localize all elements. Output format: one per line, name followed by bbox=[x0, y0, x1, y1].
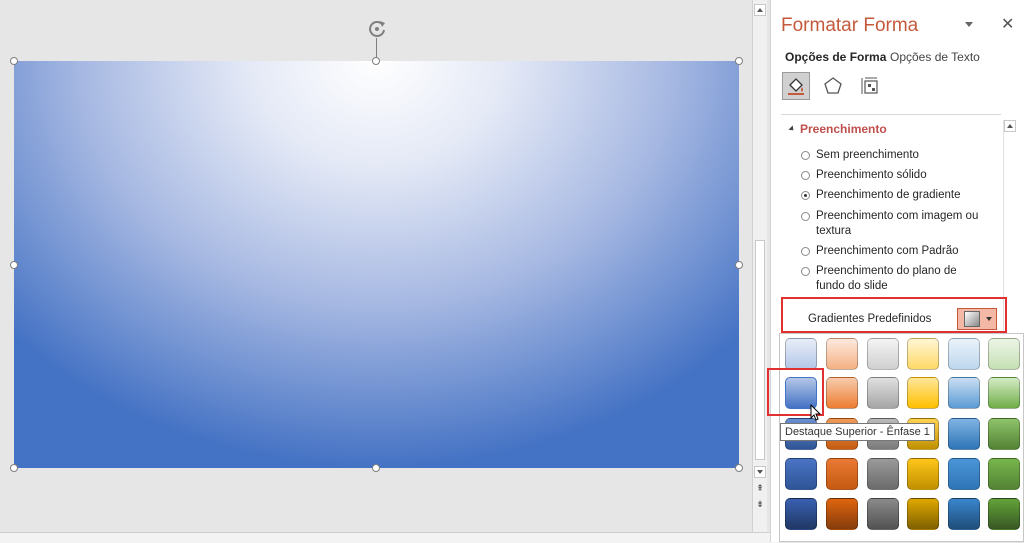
fill-option-label: Preenchimento de gradiente bbox=[816, 189, 961, 201]
radio-icon[interactable] bbox=[801, 247, 810, 256]
gradient-swatch[interactable] bbox=[785, 498, 817, 530]
gradient-swatch[interactable] bbox=[948, 418, 980, 450]
gradient-swatch[interactable] bbox=[988, 338, 1020, 370]
gradient-swatch[interactable] bbox=[988, 498, 1020, 530]
section-fill-label: Preenchimento bbox=[800, 122, 887, 136]
scroll-up-button[interactable] bbox=[754, 4, 766, 16]
radio-icon[interactable] bbox=[801, 151, 810, 160]
radio-icon[interactable] bbox=[801, 212, 810, 221]
fill-option-label: Preenchimento com Padrão bbox=[816, 245, 959, 257]
scroll-up-icon bbox=[757, 8, 763, 12]
gradient-swatch[interactable] bbox=[785, 338, 817, 370]
rotate-handle-connector bbox=[376, 38, 377, 58]
gradient-swatch[interactable] bbox=[988, 458, 1020, 490]
fill-option-label: Preenchimento do plano de fundo do slide bbox=[816, 265, 957, 292]
gradient-swatch[interactable] bbox=[907, 458, 939, 490]
fill-option-slide-background[interactable]: Preenchimento do plano de fundo do slide bbox=[801, 264, 986, 294]
resize-handle-top-left[interactable] bbox=[10, 57, 18, 65]
tab-shape-options[interactable]: Opções de Forma bbox=[785, 50, 886, 64]
radio-icon[interactable] bbox=[801, 171, 810, 180]
resize-handle-top-right[interactable] bbox=[735, 57, 743, 65]
pane-scroll-up-button[interactable] bbox=[1004, 120, 1016, 132]
section-fill-header[interactable]: Preenchimento bbox=[789, 122, 887, 136]
gradient-swatch[interactable] bbox=[907, 377, 939, 409]
resize-handle-bottom-right[interactable] bbox=[735, 464, 743, 472]
gradient-swatch[interactable] bbox=[867, 458, 899, 490]
canvas-vertical-scrollbar[interactable]: ⇞ ⇟ bbox=[752, 0, 767, 532]
status-bar bbox=[0, 532, 780, 543]
resize-handle-top[interactable] bbox=[372, 57, 380, 65]
pane-divider bbox=[781, 114, 1001, 115]
fill-option-gradient[interactable]: Preenchimento de gradiente bbox=[801, 188, 986, 203]
fill-option-solid[interactable]: Preenchimento sólido bbox=[801, 168, 986, 183]
gradient-swatch[interactable] bbox=[826, 458, 858, 490]
pane-options-chevron-icon[interactable] bbox=[965, 22, 973, 27]
fill-option-pattern[interactable]: Preenchimento com Padrão bbox=[801, 244, 986, 259]
gradient-swatch[interactable] bbox=[988, 377, 1020, 409]
gradient-swatch[interactable] bbox=[826, 377, 858, 409]
gradient-swatch[interactable] bbox=[948, 377, 980, 409]
scroll-down-button[interactable] bbox=[754, 466, 766, 478]
resize-handle-bottom-left[interactable] bbox=[10, 464, 18, 472]
pentagon-icon[interactable] bbox=[819, 72, 847, 100]
preset-gradients-dropdown[interactable] bbox=[957, 308, 997, 330]
tab-text-options[interactable]: Opções de Texto bbox=[890, 50, 980, 64]
fill-option-picture-texture[interactable]: Preenchimento com imagem ou textura bbox=[801, 209, 986, 239]
gradient-swatch[interactable] bbox=[867, 498, 899, 530]
swatch-tooltip: Destaque Superior - Ênfase 1 bbox=[780, 423, 935, 441]
chevron-down-icon bbox=[986, 317, 992, 321]
resize-handle-bottom[interactable] bbox=[372, 464, 380, 472]
scroll-down-icon bbox=[757, 470, 763, 474]
gradient-swatch-icon bbox=[964, 311, 980, 327]
radio-icon[interactable] bbox=[801, 267, 810, 276]
fill-option-label: Sem preenchimento bbox=[816, 149, 919, 161]
previous-slide-icon[interactable]: ⇞ bbox=[755, 484, 765, 493]
gradient-swatch[interactable] bbox=[948, 498, 980, 530]
gradient-swatch[interactable] bbox=[826, 498, 858, 530]
resize-handle-left[interactable] bbox=[10, 261, 18, 269]
gradient-swatch[interactable] bbox=[907, 338, 939, 370]
mouse-cursor-icon bbox=[810, 404, 822, 421]
next-slide-icon[interactable]: ⇟ bbox=[755, 500, 765, 509]
close-icon[interactable]: ✕ bbox=[1001, 14, 1014, 34]
rotate-handle-icon[interactable] bbox=[366, 18, 388, 40]
gradient-swatch[interactable] bbox=[785, 458, 817, 490]
gradient-swatch[interactable] bbox=[988, 418, 1020, 450]
paint-bucket-icon[interactable] bbox=[782, 72, 810, 100]
gradient-swatch[interactable] bbox=[826, 338, 858, 370]
slide-canvas bbox=[0, 0, 752, 532]
resize-handle-right[interactable] bbox=[735, 261, 743, 269]
fill-option-none[interactable]: Sem preenchimento bbox=[801, 148, 986, 163]
size-properties-icon[interactable] bbox=[856, 72, 884, 100]
gradient-swatch[interactable] bbox=[948, 458, 980, 490]
fill-option-label: Preenchimento com imagem ou textura bbox=[816, 210, 979, 237]
scroll-up-icon bbox=[1007, 124, 1013, 128]
fill-option-label: Preenchimento sólido bbox=[816, 169, 927, 181]
gradient-swatch[interactable] bbox=[948, 338, 980, 370]
gradient-swatch[interactable] bbox=[867, 377, 899, 409]
radio-selected-icon[interactable] bbox=[801, 191, 810, 200]
preset-gradients-label: Gradientes Predefinidos bbox=[808, 313, 932, 325]
pane-title: Formatar Forma bbox=[781, 15, 919, 36]
scroll-thumb[interactable] bbox=[755, 240, 765, 460]
gradient-swatch[interactable] bbox=[907, 498, 939, 530]
gradient-swatch[interactable] bbox=[867, 338, 899, 370]
gradient-shape[interactable] bbox=[14, 61, 739, 468]
